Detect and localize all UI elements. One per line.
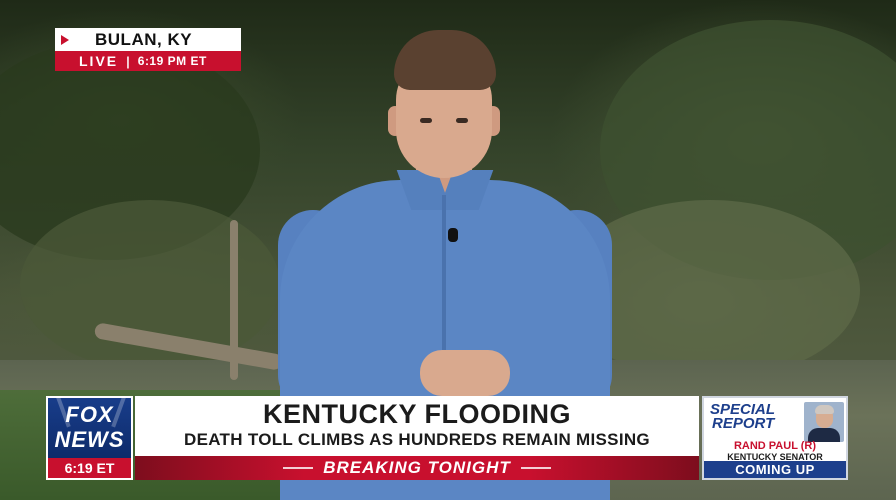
lower-third: FOX NEWS 6:19 ET KENTUCKY FLOODING DEATH… xyxy=(46,396,851,480)
logo-fox-text: FOX xyxy=(65,402,114,427)
live-time: 6:19 PM ET xyxy=(137,54,207,68)
location-bug: BULAN, KY LIVE | 6:19 PM ET xyxy=(55,28,241,71)
guest-name: RAND PAUL (R) xyxy=(733,440,817,452)
logo-news-text: NEWS xyxy=(54,427,125,452)
breaking-banner: BREAKING TONIGHT xyxy=(135,456,699,480)
driftwood-branch xyxy=(230,220,238,380)
reporter-hands xyxy=(420,350,510,396)
banner-flare-left xyxy=(283,467,314,469)
live-label: LIVE xyxy=(79,53,119,69)
coming-up-promo: SPECIAL REPORT RAND PAUL (R) KENTUCKY SE… xyxy=(702,396,848,480)
promo-report-text: REPORT xyxy=(712,415,775,432)
fox-news-logo: FOX NEWS 6:19 ET xyxy=(46,396,133,480)
live-separator: | xyxy=(126,53,130,69)
lapel-mic-icon xyxy=(448,228,458,242)
breaking-label: BREAKING TONIGHT xyxy=(323,458,511,477)
logo-clock: 6:19 ET xyxy=(48,458,131,478)
live-bar: LIVE | 6:19 PM ET xyxy=(55,51,241,71)
location-bar: BULAN, KY xyxy=(55,28,241,51)
headline-box: KENTUCKY FLOODING DEATH TOLL CLIMBS AS H… xyxy=(135,396,699,480)
portrait-hair xyxy=(815,405,834,414)
banner-flare-right xyxy=(520,467,551,469)
play-arrow-icon xyxy=(61,34,69,45)
reporter-eye-right xyxy=(456,118,468,123)
reporter-eye-left xyxy=(420,118,432,123)
reporter-hair xyxy=(394,30,496,90)
headline-panel: KENTUCKY FLOODING DEATH TOLL CLIMBS AS H… xyxy=(135,396,699,456)
coming-up-label: COMING UP xyxy=(704,461,846,478)
guest-portrait xyxy=(804,402,844,442)
headline-subtitle: DEATH TOLL CLIMBS AS HUNDREDS REMAIN MIS… xyxy=(184,430,650,449)
location-label: BULAN, KY xyxy=(95,29,193,49)
headline-title: KENTUCKY FLOODING xyxy=(262,399,571,429)
